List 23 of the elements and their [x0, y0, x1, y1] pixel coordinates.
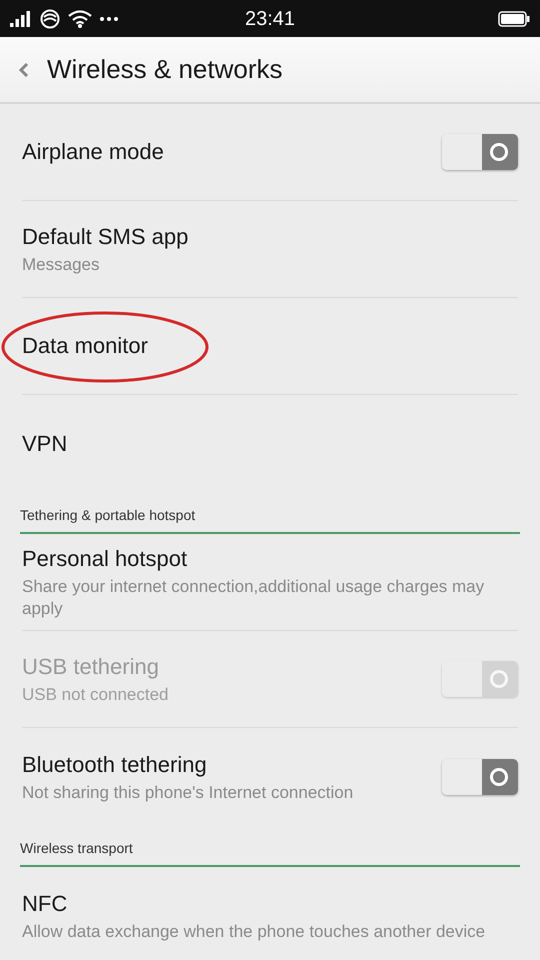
toggle-switch[interactable]: [442, 758, 518, 794]
setting-title[interactable]: Personal hotspot: [22, 544, 518, 574]
setting-title[interactable]: Default SMS app: [22, 222, 188, 252]
status-time: 23:41: [244, 6, 296, 32]
section-heading: Wireless transport: [20, 839, 133, 858]
back-icon: [19, 62, 29, 76]
more-icon: [100, 16, 118, 20]
toggle-switch[interactable]: [442, 134, 518, 170]
setting-subtitle: Not sharing this phone's Internet connection: [22, 782, 354, 804]
setting-title[interactable]: Bluetooth tethering: [22, 750, 354, 780]
setting-title[interactable]: Airplane mode: [22, 137, 164, 167]
section-heading: Tethering & portable hotspot: [20, 506, 196, 525]
wifi-icon: [68, 10, 92, 28]
carrier-icon: [40, 8, 60, 28]
signal-icon: [10, 10, 32, 28]
setting-subtitle: Allow data exchange when the phone touches another device: [22, 920, 486, 942]
setting-subtitle: USB not connected: [22, 684, 168, 706]
setting-subtitle: Share your internet connection,additional usage charges may apply: [22, 576, 486, 620]
setting-title[interactable]: NFC: [22, 888, 486, 918]
setting-subtitle: Messages: [22, 254, 100, 276]
page-title: Wireless & networks: [47, 53, 282, 86]
setting-title[interactable]: VPN: [22, 428, 68, 458]
battery-icon: [498, 10, 530, 26]
